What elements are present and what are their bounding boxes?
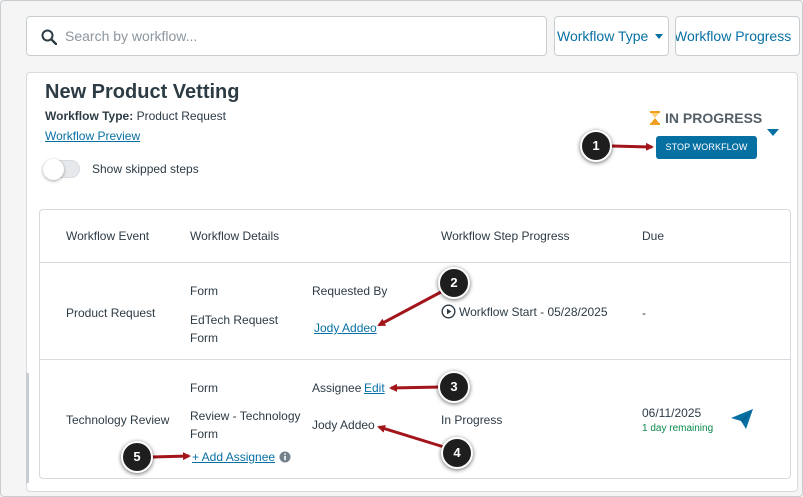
play-circle-icon	[441, 304, 456, 319]
info-icon[interactable]	[279, 451, 291, 463]
show-skipped-label: Show skipped steps	[92, 162, 199, 176]
callout-3: 3	[438, 371, 470, 403]
workflow-type-filter-label: Workflow Type	[557, 28, 649, 44]
toggle-knob	[43, 159, 64, 180]
header-details: Workflow Details	[190, 229, 280, 243]
edit-assignee-link[interactable]: Edit	[364, 379, 385, 397]
workflow-progress-filter-label: Workflow Progress	[675, 28, 792, 44]
send-icon[interactable]	[730, 408, 754, 430]
row2-progress: In Progress	[441, 413, 503, 427]
row1-progress-text: Workflow Start - 05/28/2025	[459, 305, 608, 319]
callout-4: 4	[441, 437, 473, 469]
search-icon	[41, 29, 57, 45]
caret-down-icon	[655, 34, 663, 39]
row2-person-label: Assignee	[312, 381, 362, 395]
row2-detail-name: Review - Technology	[190, 409, 301, 423]
options-caret-icon[interactable]	[767, 129, 779, 136]
row1-person-label: Requested By	[312, 284, 388, 298]
row2-person: Jody Addeo	[312, 418, 375, 432]
add-assignee-link[interactable]: + Add Assignee	[192, 448, 275, 466]
workflow-table	[39, 209, 791, 479]
status-text: IN PROGRESS	[665, 110, 763, 126]
callout-5: 5	[121, 441, 153, 473]
search-box[interactable]	[26, 16, 547, 56]
row1-event: Product Request	[66, 306, 156, 320]
hourglass-icon	[650, 111, 660, 125]
show-skipped-toggle[interactable]	[43, 159, 80, 180]
row1-detail-name: EdTech Request	[190, 313, 279, 327]
row2-due-note: 1 day remaining	[642, 423, 714, 434]
app-frame: Workflow Type Workflow Progress New Prod…	[0, 0, 803, 497]
stop-workflow-button[interactable]: STOP WORKFLOW	[656, 136, 757, 159]
header-progress: Workflow Step Progress	[441, 229, 570, 243]
row1-person-link[interactable]: Jody Addeo	[314, 319, 377, 337]
workflow-progress-filter[interactable]: Workflow Progress	[675, 16, 800, 56]
row2-detail-type: Form	[190, 381, 218, 395]
workflow-preview-link[interactable]: Workflow Preview	[45, 129, 140, 143]
workflow-type: Workflow Type: Product Request	[45, 109, 226, 123]
workflow-type-filter[interactable]: Workflow Type	[554, 16, 669, 56]
row1-detail-type: Form	[190, 284, 218, 298]
row1-progress: Workflow Start - 05/28/2025	[441, 303, 608, 321]
callout-2: 2	[438, 267, 470, 299]
row-divider	[39, 262, 791, 263]
active-row-indicator	[26, 373, 29, 483]
status-badge: IN PROGRESS	[649, 110, 762, 126]
row2-detail-name-2: Form	[190, 427, 218, 441]
workflow-type-value: Product Request	[136, 109, 226, 123]
callout-1: 1	[580, 130, 612, 162]
row1-detail-name-2: Form	[190, 331, 218, 345]
row1-due: -	[642, 306, 646, 320]
row2-event: Technology Review	[66, 413, 170, 427]
row-divider	[39, 359, 791, 360]
header-event: Workflow Event	[66, 229, 150, 243]
search-input[interactable]	[65, 23, 535, 49]
header-due: Due	[642, 229, 665, 243]
workflow-title: New Product Vetting	[45, 81, 240, 103]
workflow-type-label: Workflow Type:	[45, 109, 134, 123]
